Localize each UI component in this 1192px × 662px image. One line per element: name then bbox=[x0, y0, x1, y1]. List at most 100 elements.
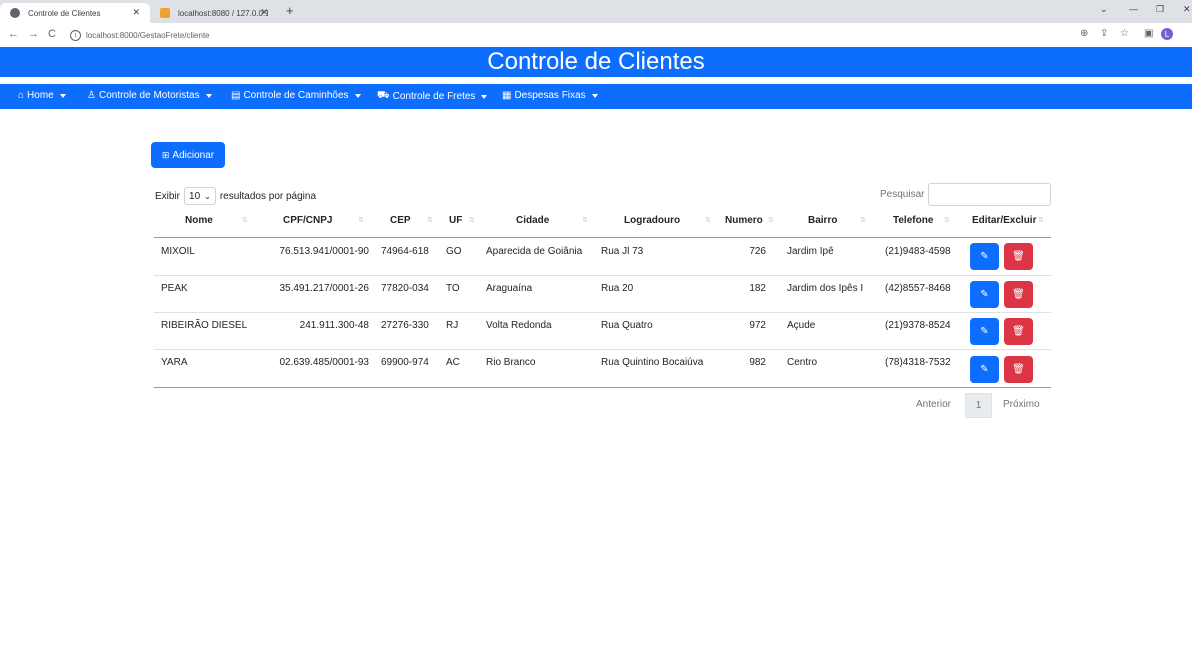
cell-cep: 69900-974 bbox=[381, 357, 429, 368]
show-suffix: resultados por página bbox=[219, 190, 317, 202]
cell-numero: 972 bbox=[749, 320, 766, 331]
cell-logradouro: Rua Jl 73 bbox=[601, 246, 644, 257]
sort-icon: ⇅ bbox=[705, 217, 711, 224]
pagination-previous[interactable]: Anterior bbox=[916, 399, 951, 410]
share-icon[interactable]: ⇪ bbox=[1100, 28, 1108, 39]
col-header-cpf[interactable]: CPF/CNPJ bbox=[283, 215, 332, 226]
zoom-icon[interactable]: ⊕ bbox=[1080, 28, 1088, 39]
side-panel-icon[interactable]: ▣ bbox=[1144, 28, 1153, 39]
back-arrow-icon[interactable]: ← bbox=[8, 28, 19, 40]
close-tab-icon[interactable]: ✕ bbox=[260, 7, 268, 18]
reload-icon[interactable]: C bbox=[48, 28, 56, 40]
cell-logradouro: Rua Quintino Bocaiúva bbox=[601, 357, 704, 368]
caret-down-icon bbox=[591, 93, 598, 98]
pencil-icon: ✎ bbox=[980, 364, 989, 375]
cell-uf: TO bbox=[446, 283, 460, 294]
new-tab-plus-icon[interactable]: + bbox=[286, 3, 294, 18]
nav-caminhoes[interactable]: ▤ Controle de Caminhões bbox=[231, 90, 361, 101]
nav-motoristas[interactable]: ♙ Controle de Motoristas bbox=[87, 90, 212, 101]
edit-button[interactable]: ✎ bbox=[970, 281, 999, 308]
col-header-nome[interactable]: Nome bbox=[185, 215, 213, 226]
delete-button[interactable]: 🗑 bbox=[1004, 281, 1033, 308]
pagination-next[interactable]: Próximo bbox=[1003, 399, 1040, 410]
col-header-cep[interactable]: CEP bbox=[390, 215, 411, 226]
forward-arrow-icon[interactable]: → bbox=[28, 28, 39, 40]
cell-telefone: (78)4318-7532 bbox=[885, 357, 951, 368]
edit-button[interactable]: ✎ bbox=[970, 318, 999, 345]
delete-button[interactable]: 🗑 bbox=[1004, 318, 1033, 345]
close-tab-icon[interactable]: ✕ bbox=[132, 7, 140, 18]
cell-cidade: Aparecida de Goiânia bbox=[486, 246, 583, 257]
truck-icon: ⛟ bbox=[377, 90, 390, 101]
delete-button[interactable]: 🗑 bbox=[1004, 243, 1033, 270]
row-divider bbox=[154, 275, 1051, 276]
tab-search-chevron-icon[interactable]: ⌄ bbox=[1100, 4, 1108, 15]
page-size-select[interactable]: 10 ⌄ bbox=[184, 187, 216, 205]
col-header-bairro[interactable]: Bairro bbox=[808, 215, 837, 226]
pagination-page-number: 1 bbox=[975, 400, 982, 411]
row-divider bbox=[154, 349, 1051, 350]
search-label: Pesquisar bbox=[880, 189, 925, 200]
restore-icon[interactable]: ❐ bbox=[1156, 4, 1164, 15]
search-input[interactable] bbox=[928, 183, 1051, 206]
cell-bairro: Centro bbox=[787, 357, 818, 368]
cell-uf: RJ bbox=[446, 320, 459, 331]
nav-despesas[interactable]: ▦ Despesas Fixas bbox=[502, 90, 598, 101]
browser-tab-active[interactable]: Controle de Clientes ✕ bbox=[0, 3, 150, 23]
pagination-page[interactable]: 1 bbox=[965, 393, 992, 418]
col-header-telefone[interactable]: Telefone bbox=[893, 215, 933, 226]
cell-logradouro: Rua 20 bbox=[601, 283, 634, 294]
sort-icon: ⇅ bbox=[860, 217, 866, 224]
trash-icon: 🗑 bbox=[1012, 326, 1025, 337]
col-header-uf[interactable]: UF bbox=[449, 215, 462, 226]
browser-tab-phpmyadmin[interactable]: localhost:8080 / 127.0.0.1 / gesti ✕ bbox=[150, 3, 278, 23]
page-length-control: Exibir 10 ⌄ resultados por página bbox=[155, 187, 316, 205]
pencil-icon: ✎ bbox=[980, 289, 989, 300]
browser-tab-bar: Controle de Clientes ✕ localhost:8080 / … bbox=[0, 0, 1192, 23]
profile-avatar[interactable]: L bbox=[1161, 28, 1173, 40]
nav-fretes[interactable]: ⛟ Controle de Fretes bbox=[377, 90, 488, 103]
cell-logradouro: Rua Quatro bbox=[601, 320, 653, 331]
cell-telefone: (21)9378-8524 bbox=[885, 320, 951, 331]
bookmark-star-icon[interactable]: ☆ bbox=[1120, 28, 1129, 39]
cell-nome: PEAK bbox=[161, 283, 188, 294]
nav-home-label: Home bbox=[27, 90, 54, 101]
edit-button[interactable]: ✎ bbox=[970, 243, 999, 270]
nav-home[interactable]: ⌂ Home bbox=[18, 90, 66, 101]
cell-cidade: Volta Redonda bbox=[486, 320, 552, 331]
cell-cep: 77820-034 bbox=[381, 283, 429, 294]
cell-numero: 182 bbox=[749, 283, 766, 294]
page-title: Controle de Clientes bbox=[487, 48, 705, 75]
chevron-down-icon: ⌄ bbox=[204, 191, 211, 201]
edit-button[interactable]: ✎ bbox=[970, 356, 999, 383]
cell-nome: YARA bbox=[161, 357, 188, 368]
cell-cidade: Araguaína bbox=[486, 283, 533, 294]
show-prefix: Exibir bbox=[155, 190, 181, 202]
col-header-logradouro[interactable]: Logradouro bbox=[624, 215, 680, 226]
nav-motoristas-label: Controle de Motoristas bbox=[98, 90, 200, 101]
sort-icon: ⇅ bbox=[768, 217, 774, 224]
delete-button[interactable]: 🗑 bbox=[1004, 356, 1033, 383]
tab-title: Controle de Clientes bbox=[28, 8, 101, 18]
minimize-icon[interactable]: — bbox=[1129, 4, 1138, 14]
caret-down-icon bbox=[354, 93, 361, 98]
pencil-icon: ✎ bbox=[980, 326, 989, 337]
url-field[interactable]: i localhost:8000/GestaoFrete/cliente bbox=[70, 27, 1000, 43]
profile-initial: L bbox=[1164, 29, 1170, 39]
house-icon: ⌂ bbox=[18, 90, 25, 101]
sort-icon: ⇅ bbox=[358, 217, 364, 224]
add-client-button[interactable]: ⊞ Adicionar bbox=[151, 142, 225, 168]
sort-icon: ⇅ bbox=[944, 217, 950, 224]
col-header-cidade[interactable]: Cidade bbox=[516, 215, 549, 226]
page-size-value: 10 bbox=[189, 190, 201, 202]
col-header-numero[interactable]: Numero bbox=[725, 215, 763, 226]
sort-icon: ⇅ bbox=[242, 217, 248, 224]
caret-down-icon bbox=[59, 93, 66, 98]
page-header: Controle de Clientes bbox=[0, 47, 1192, 77]
address-bar: ← → C i localhost:8000/GestaoFrete/clien… bbox=[0, 23, 1192, 48]
cell-uf: GO bbox=[446, 246, 462, 257]
calendar-icon: ▦ bbox=[502, 90, 512, 101]
close-window-icon[interactable]: ✕ bbox=[1183, 4, 1191, 15]
cell-cep: 74964-618 bbox=[381, 246, 429, 257]
info-icon[interactable]: i bbox=[70, 29, 81, 41]
